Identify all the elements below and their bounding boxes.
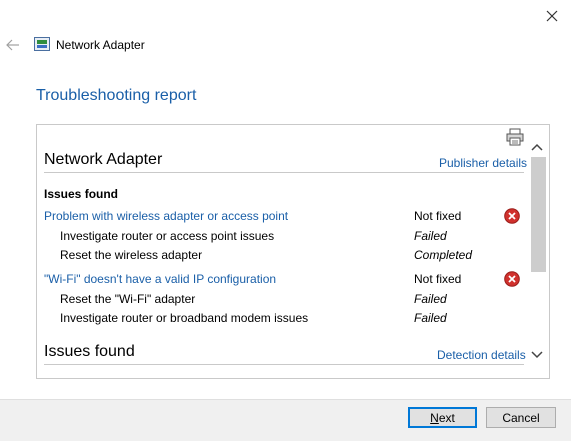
divider	[44, 172, 524, 173]
issues-found-subheading: Issues found	[44, 187, 119, 201]
next-button[interactable]: Next	[408, 407, 477, 428]
step-label: Reset the wireless adapter	[60, 248, 203, 262]
step-result: Completed	[414, 248, 473, 262]
section-heading-network-adapter: Network Adapter	[44, 151, 163, 168]
back-arrow-icon	[6, 39, 19, 51]
section-heading-issues-found: Issues found	[44, 343, 135, 360]
page-title: Troubleshooting report	[36, 87, 197, 104]
printer-icon	[506, 128, 524, 146]
issue-link-wifi-ip-config[interactable]: "Wi-Fi" doesn't have a valid IP configur…	[44, 272, 276, 286]
step-result: Failed	[414, 229, 447, 243]
issue-status: Not fixed	[414, 272, 462, 286]
publisher-details-link[interactable]: Publisher details	[439, 156, 527, 170]
scroll-down-button[interactable]	[530, 348, 544, 360]
issue-link-wireless-adapter[interactable]: Problem with wireless adapter or access …	[44, 209, 288, 223]
next-mnemonic: N	[430, 411, 439, 425]
detection-details-link[interactable]: Detection details	[437, 348, 526, 362]
step-label: Reset the "Wi-Fi" adapter	[60, 292, 196, 306]
close-button[interactable]	[538, 4, 566, 28]
scrollbar-thumb[interactable]	[531, 157, 546, 272]
issue-status: Not fixed	[414, 209, 462, 223]
chevron-down-icon	[531, 351, 543, 359]
network-adapter-icon	[34, 37, 50, 51]
print-button[interactable]	[505, 128, 525, 146]
error-icon	[504, 208, 520, 224]
next-label-rest: ext	[438, 411, 455, 425]
step-label: Investigate router or broadband modem is…	[60, 311, 309, 325]
step-result: Failed	[414, 311, 447, 325]
chevron-up-icon	[531, 143, 543, 151]
step-result: Failed	[414, 292, 447, 306]
divider	[44, 364, 524, 365]
error-icon	[504, 271, 520, 287]
step-label: Investigate router or access point issue…	[60, 229, 275, 243]
close-icon	[546, 10, 558, 22]
window-title: Network Adapter	[56, 38, 145, 52]
scroll-up-button[interactable]	[530, 140, 544, 152]
cancel-button[interactable]: Cancel	[486, 407, 556, 428]
back-button[interactable]	[5, 37, 21, 53]
